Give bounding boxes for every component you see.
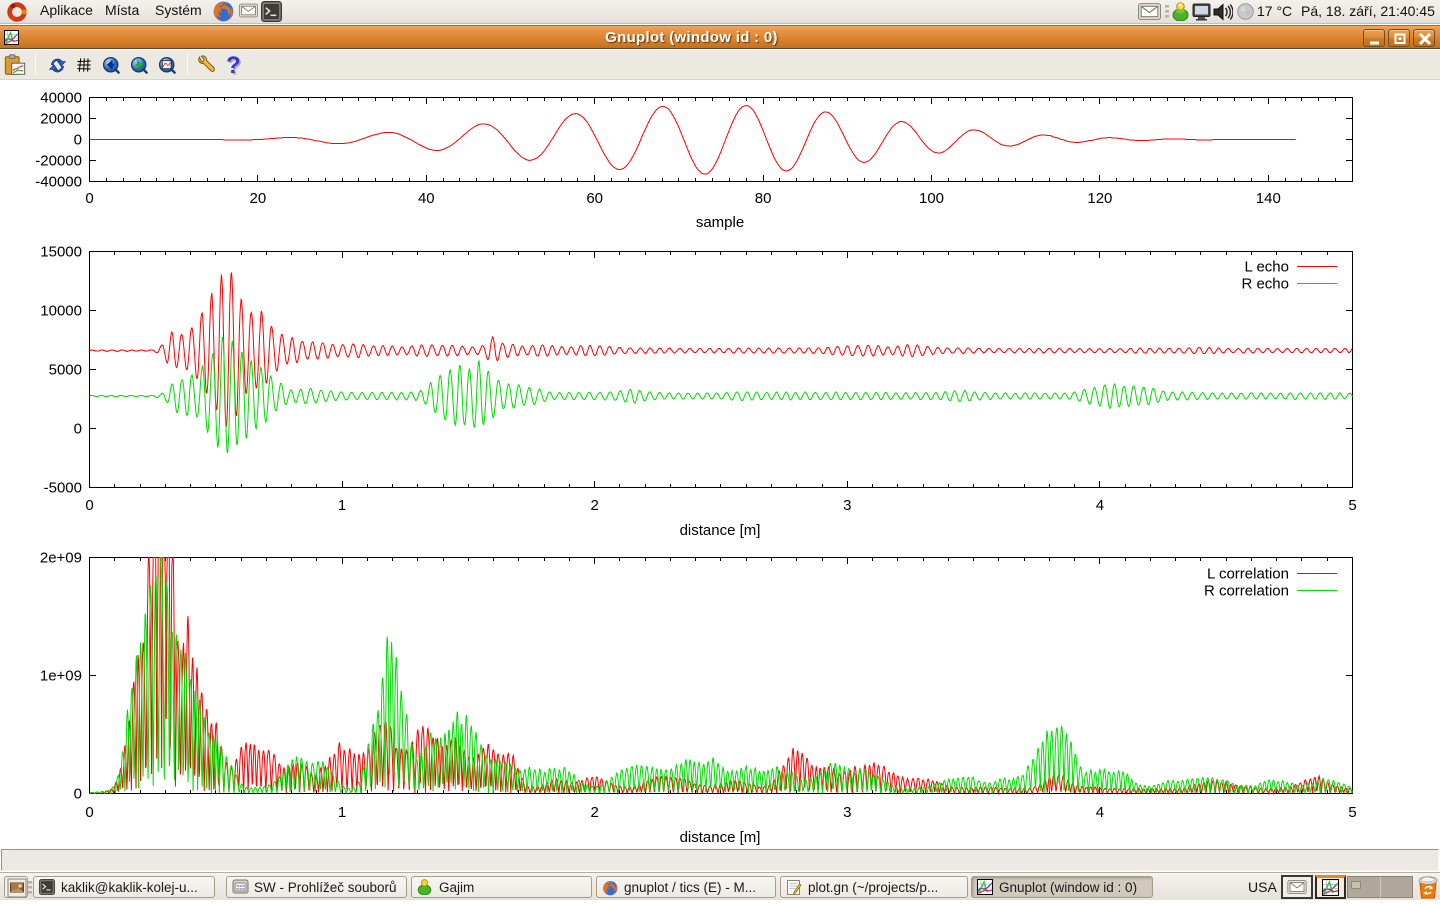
svg-text:R echo: R echo bbox=[1241, 276, 1289, 293]
svg-text:5: 5 bbox=[1348, 804, 1356, 821]
svg-text:0: 0 bbox=[85, 497, 93, 514]
svg-text:0: 0 bbox=[74, 421, 82, 438]
svg-text:2e+09: 2e+09 bbox=[40, 550, 82, 567]
svg-text:60: 60 bbox=[586, 190, 603, 207]
svg-text:3: 3 bbox=[843, 804, 851, 821]
svg-text:L echo: L echo bbox=[1245, 259, 1289, 276]
svg-text:40: 40 bbox=[418, 190, 435, 207]
svg-text:1e+09: 1e+09 bbox=[40, 668, 82, 685]
svg-text:0: 0 bbox=[74, 786, 82, 803]
svg-text:120: 120 bbox=[1087, 190, 1112, 207]
svg-text:20: 20 bbox=[250, 190, 267, 207]
svg-text:4: 4 bbox=[1096, 497, 1104, 514]
svg-text:15000: 15000 bbox=[40, 244, 82, 261]
svg-text:100: 100 bbox=[919, 190, 944, 207]
svg-text:R correlation: R correlation bbox=[1204, 583, 1289, 600]
svg-text:140: 140 bbox=[1256, 190, 1281, 207]
svg-text:2: 2 bbox=[591, 804, 599, 821]
svg-text:L correlation: L correlation bbox=[1207, 566, 1289, 583]
svg-text:0: 0 bbox=[85, 190, 93, 207]
svg-text:80: 80 bbox=[755, 190, 772, 207]
svg-text:5: 5 bbox=[1348, 497, 1356, 514]
svg-text:3: 3 bbox=[843, 497, 851, 514]
svg-text:distance [m]: distance [m] bbox=[680, 522, 761, 539]
svg-text:-5000: -5000 bbox=[44, 480, 82, 497]
svg-text:-20000: -20000 bbox=[35, 153, 82, 170]
svg-text:sample: sample bbox=[696, 214, 744, 231]
svg-text:40000: 40000 bbox=[40, 90, 82, 107]
svg-text:4: 4 bbox=[1096, 804, 1104, 821]
svg-text:2: 2 bbox=[591, 497, 599, 514]
svg-text:-40000: -40000 bbox=[35, 174, 82, 191]
svg-text:10000: 10000 bbox=[40, 303, 82, 320]
svg-text:distance [m]: distance [m] bbox=[680, 829, 761, 846]
svg-text:1: 1 bbox=[338, 804, 346, 821]
svg-text:0: 0 bbox=[85, 804, 93, 821]
svg-text:0: 0 bbox=[74, 132, 82, 149]
svg-text:20000: 20000 bbox=[40, 111, 82, 128]
svg-text:1: 1 bbox=[338, 497, 346, 514]
svg-text:5000: 5000 bbox=[49, 362, 82, 379]
